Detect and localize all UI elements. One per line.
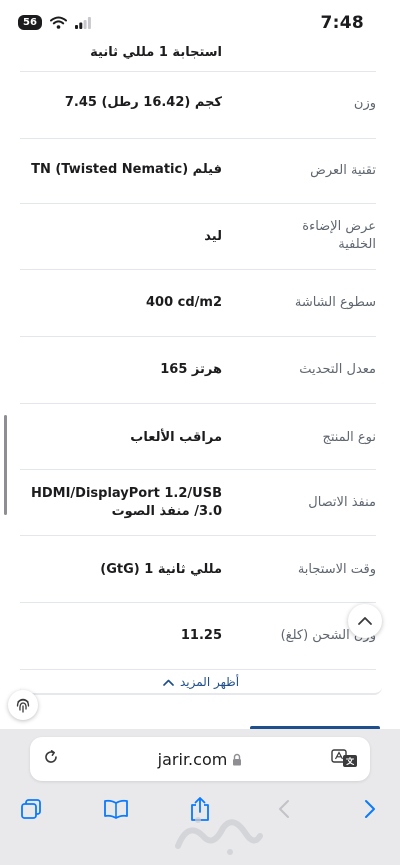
spec-value: فيلم TN (Twisted Nematic) [31,162,222,177]
lock-icon [233,753,242,766]
fingerprint-button[interactable] [8,690,38,720]
spec-value: هرتز 165 [160,362,222,377]
tabs-button[interactable] [17,795,45,823]
translate-icon [331,749,357,767]
fingerprint-icon [16,698,30,713]
spec-label: سطوع الشاشة [294,295,376,310]
spec-row-response-time: وقت الاستجابة مللي ثانية 1 (GtG) [20,536,376,603]
status-indicators: 56 [18,15,91,30]
spec-row-product-type: نوع المنتج مراقب الألعاب [20,404,376,470]
translate-button[interactable] [330,746,360,772]
show-more-button[interactable]: أظهر المزيد [20,671,382,695]
wifi-icon [49,16,67,29]
forward-button[interactable] [356,795,384,823]
chevron-up-icon [358,617,372,625]
spec-label: عرض الإضاءة الخلفية [302,219,376,252]
watermark-logo [175,817,263,855]
spec-value: ليد [204,229,222,244]
spec-row-response-top: استجابة 1 مللي ثانية [20,36,376,72]
tabs-icon [21,799,41,819]
spec-value: 11.25 [180,628,222,643]
spec-value: HDMI/DisplayPort 1.2/USB 3.0/ منفذ الصوت [30,486,222,519]
chevron-left-icon [279,800,289,818]
chevron-right-icon [365,800,375,818]
spec-value: مراقب الألعاب [130,430,222,445]
address-bar[interactable]: jarir.com [30,737,370,781]
spec-label: وقت الاستجابة [297,562,376,577]
battery-badge: 56 [18,15,42,30]
spec-row-weight: وزن كجم (16.42 رطل) 7.45 [20,72,376,139]
spec-row-shipping-weight: وزن الشحن (كلغ) 11.25 [20,603,376,670]
chevron-up-icon [163,679,174,686]
spec-row-display-tech: تقنية العرض فيلم TN (Twisted Nematic) [20,139,376,204]
spec-value: استجابة 1 مللي ثانية [90,45,222,60]
scroll-to-top-button[interactable] [348,604,382,638]
url-display[interactable]: jarir.com [30,750,370,769]
spec-row-connection-port: منفذ الاتصال HDMI/DisplayPort 1.2/USB 3.… [20,470,376,536]
spec-value: 400 cd/m2 [145,295,222,310]
back-button[interactable] [270,795,298,823]
spec-value: كجم (16.42 رطل) 7.45 [64,95,222,110]
show-more-label: أظهر المزيد [179,675,240,689]
scroll-indicator[interactable] [4,415,7,515]
status-time: 7:48 [320,13,364,33]
bookmarks-button[interactable] [102,795,130,823]
spec-label: تقنية العرض [310,163,376,178]
spec-label: معدل التحديث [299,362,376,377]
spec-label: وزن [353,96,376,111]
spec-label: نوع المنتج [322,430,376,445]
url-text: jarir.com [157,750,228,769]
spec-row-refresh-rate: معدل التحديث هرتز 165 [20,337,376,404]
book-icon [104,799,128,819]
spec-label: منفذ الاتصال [308,495,376,510]
signal-icon [74,16,91,29]
spec-value: مللي ثانية 1 (GtG) [100,562,222,577]
spec-row-backlight: عرض الإضاءة الخلفية ليد [20,204,376,270]
spec-row-brightness: سطوع الشاشة 400 cd/m2 [20,270,376,337]
